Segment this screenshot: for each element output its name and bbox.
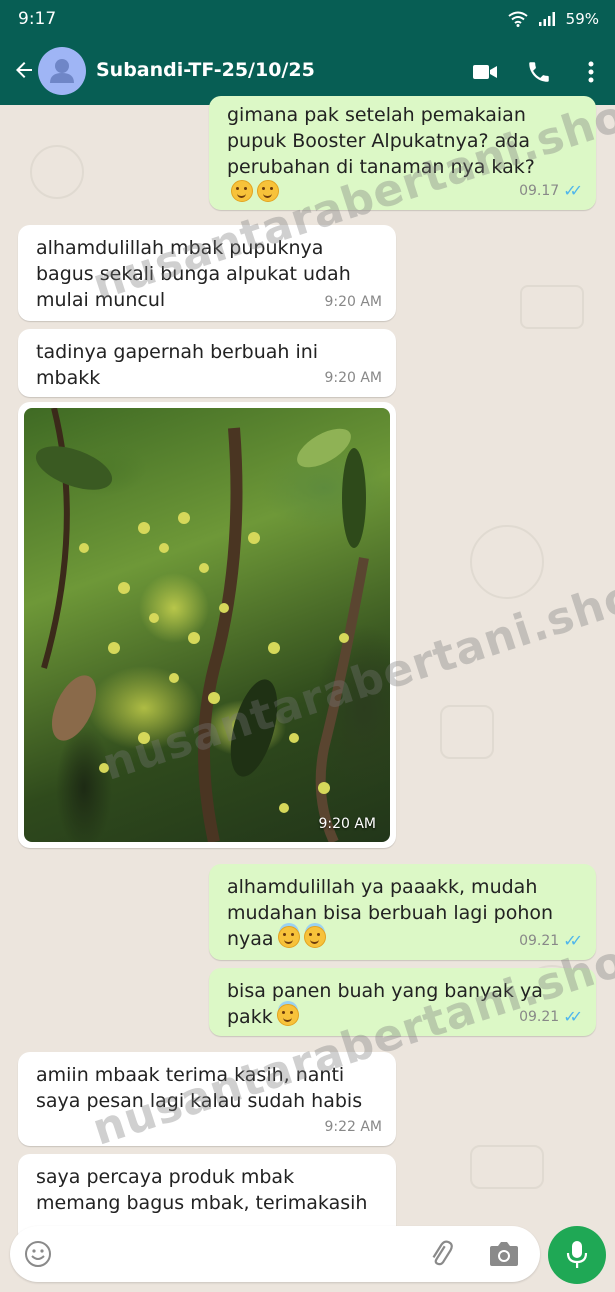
message-meta: 9:20 AM — [324, 289, 382, 315]
mic-icon — [566, 1241, 588, 1268]
message-time: 9:20 AM — [324, 370, 382, 386]
message-meta: 09.17 ✓✓ — [519, 178, 583, 204]
message-time: 09.17 — [519, 183, 560, 199]
message-meta: 9:20 AM — [324, 365, 382, 391]
avatar[interactable] — [38, 47, 86, 95]
message-time: 9:20 AM — [324, 294, 382, 310]
message-input-bar[interactable] — [10, 1226, 540, 1282]
halo-emoji-icon — [277, 926, 300, 948]
avocado-flowers-photo[interactable]: 9:20 AM — [24, 408, 390, 842]
attach-icon[interactable] — [426, 1239, 456, 1269]
message-meta: 9:22 AM — [324, 1114, 382, 1140]
message-time: 9:20 AM — [318, 816, 376, 832]
more-vert-icon[interactable] — [578, 59, 604, 85]
back-arrow-icon[interactable] — [12, 58, 36, 82]
message-text: saya percaya produk mbak memang bagus mb… — [36, 1166, 368, 1214]
signal-icon — [538, 12, 555, 26]
phone-icon[interactable] — [526, 59, 552, 85]
grinning-emoji-icon — [231, 180, 253, 202]
message-outgoing[interactable]: alhamdulillah ya paaakk, mudah mudahan b… — [209, 864, 596, 960]
halo-emoji-icon — [303, 926, 326, 948]
video-call-icon[interactable] — [472, 59, 498, 85]
contact-name[interactable]: Subandi-TF-25/10/25 — [96, 59, 315, 81]
mic-button[interactable] — [548, 1226, 606, 1284]
camera-icon[interactable] — [488, 1240, 520, 1268]
message-photo[interactable]: 9:20 AM — [18, 402, 396, 848]
emoji-icon[interactable] — [24, 1240, 52, 1268]
avatar-person-icon — [50, 59, 74, 83]
message-time: 9:22 AM — [324, 1119, 382, 1135]
status-bar: 9:17 59% — [0, 0, 615, 38]
message-time: 09.21 — [519, 933, 560, 949]
read-ticks-icon: ✓✓ — [563, 1007, 583, 1026]
read-ticks-icon: ✓✓ — [563, 181, 583, 200]
wifi-icon — [508, 11, 528, 27]
battery-percent: 59% — [565, 10, 599, 28]
status-indicators: 59% — [508, 10, 599, 28]
halo-emoji-icon — [276, 1004, 299, 1026]
chat-header: Subandi-TF-25/10/25 — [0, 38, 615, 105]
message-incoming[interactable]: tadinya gapernah berbuah ini mbakk 9:20 … — [18, 329, 396, 397]
grinning-emoji-icon — [257, 180, 279, 202]
status-time: 9:17 — [18, 9, 57, 29]
